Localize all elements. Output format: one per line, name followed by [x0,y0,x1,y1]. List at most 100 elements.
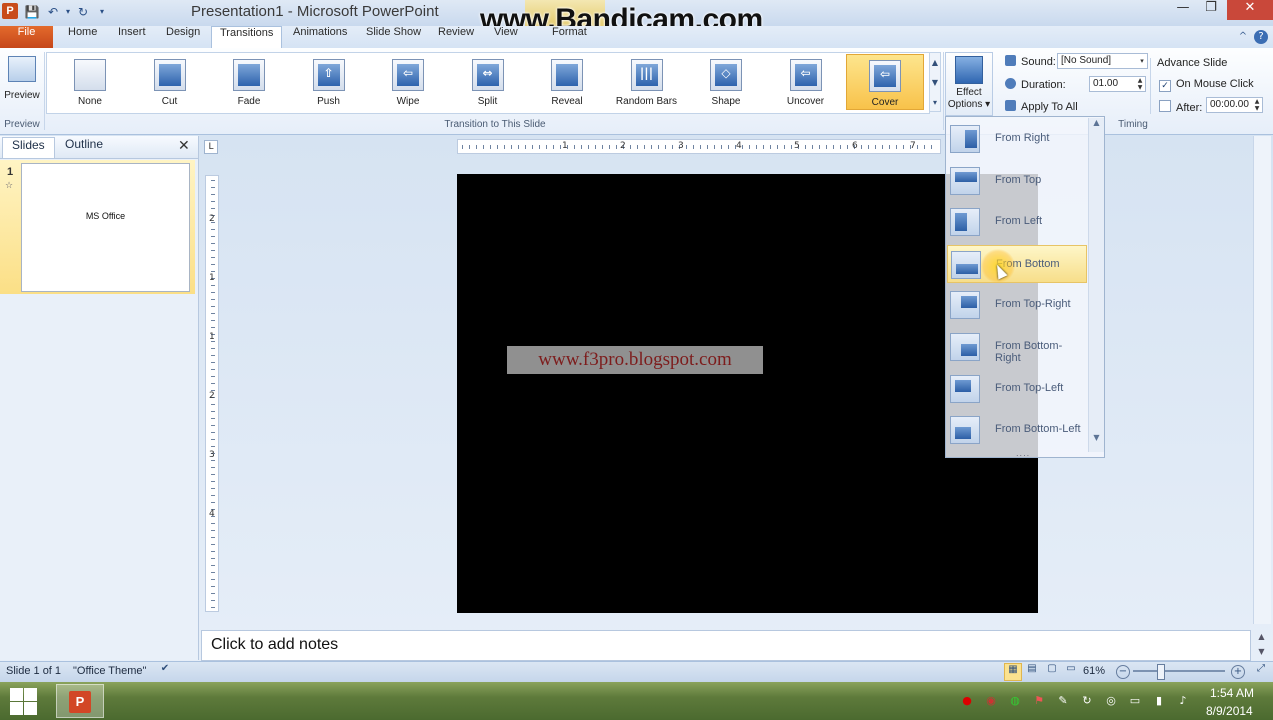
apply-to-all-button[interactable]: Apply To All [1005,100,1078,113]
zoom-in-icon[interactable]: + [1231,665,1245,679]
dropdown-scroll-up-icon[interactable]: ▲ [1089,118,1104,127]
gallery-more-icon[interactable]: ▾ [930,93,940,113]
vertical-scrollbar[interactable] [1253,136,1271,624]
effect-option-from-top-left[interactable]: From Top-Left [947,370,1087,408]
after-spinner[interactable]: 00:00.00 ▲ ▼ [1206,97,1263,113]
transition-cover[interactable]: ⇦ Cover [846,54,924,110]
undo-icon[interactable]: ↶ [45,4,61,20]
clock-date[interactable]: 8/9/2014 [1206,704,1253,718]
tab-slide-show[interactable]: Slide Show [358,26,429,48]
tool-icon[interactable]: ✎ [1055,694,1071,710]
zoom-out-icon[interactable]: − [1116,665,1130,679]
scroll-up-icon[interactable]: ▲ [1255,632,1268,641]
restore-button[interactable]: ❐ [1196,0,1226,20]
spell-check-icon[interactable]: ✔ [157,663,173,679]
theme-name[interactable]: "Office Theme" [73,665,146,677]
zoom-level[interactable]: 61% [1083,665,1105,677]
tab-transitions[interactable]: Transitions [211,26,283,50]
minimize-ribbon-icon[interactable]: ^ [1236,30,1250,44]
transition-star-icon[interactable]: ☆ [5,181,13,191]
transition-shape[interactable]: ◇ Shape [687,54,765,110]
taskbar-powerpoint[interactable]: P [56,684,104,718]
tab-home[interactable]: Home [60,26,105,48]
flag-icon[interactable]: ⚑ [1031,694,1047,710]
transition-random-bars[interactable]: ||| Random Bars [608,54,686,110]
scroll-down-icon[interactable]: ▼ [1255,647,1268,656]
help-icon[interactable]: ? [1254,30,1268,44]
transition-wipe[interactable]: ⇦ Wipe [369,54,447,110]
tab-design[interactable]: Design [158,26,208,48]
notes-pane[interactable] [201,630,1251,661]
zoom-slider-knob[interactable] [1157,664,1165,680]
tab-slides[interactable]: Slides [2,137,55,158]
battery-icon[interactable]: ▮ [1151,694,1167,710]
sound-dropdown[interactable]: [No Sound] ▾ [1057,53,1148,69]
slide-sorter-icon[interactable]: ▤ [1024,663,1040,679]
slide-thumbnail[interactable] [21,163,190,292]
zoom-slider[interactable] [1133,670,1225,672]
transition-none[interactable]: None [51,54,129,110]
security-icon[interactable]: ◎ [1103,694,1119,710]
dropdown-scrollbar[interactable]: ▲ ▼ [1088,118,1104,452]
effect-options-button[interactable]: Effect Options ▾ [945,52,993,116]
transition-uncover[interactable]: ⇦ Uncover [767,54,845,110]
clock-time[interactable]: 1:54 AM [1210,686,1254,700]
tab-selector-icon[interactable]: L [204,140,218,154]
on-mouse-click-checkbox[interactable]: ✓ [1159,80,1171,92]
ruler-tick [882,145,883,149]
volume-icon[interactable]: ♪ [1175,694,1191,710]
save-icon[interactable]: 💾 [24,4,40,20]
after-checkbox[interactable] [1159,100,1171,112]
close-button[interactable]: ✕ [1227,0,1273,20]
fit-slide-icon[interactable]: ⤢ [1253,663,1269,679]
tab-outline[interactable]: Outline [56,137,112,157]
on-mouse-click-row[interactable]: ✓ On Mouse Click [1159,78,1254,92]
transition-cut[interactable]: Cut [131,54,209,110]
resize-grip-icon[interactable]: .... [1016,449,1030,458]
redo-icon[interactable]: ↻ [75,4,91,20]
spinner-arrows-icon[interactable]: ▲ ▼ [1252,98,1262,112]
effect-option-from-bottom-left[interactable]: From Bottom-Left [947,411,1087,449]
effect-option-from-top-right[interactable]: From Top-Right [947,286,1087,324]
vertical-ruler[interactable]: 2 1 1 2 3 4 [205,175,219,612]
gallery-scroll-up-icon[interactable]: ▲ [930,53,940,73]
slide-show-icon[interactable]: ▭ [1063,663,1079,679]
record-icon[interactable]: ● [959,694,975,710]
tab-animations[interactable]: Animations [285,26,355,48]
effect-option-from-bottom[interactable]: From Bottom [947,244,1087,283]
gallery-scroll-down-icon[interactable]: ▼ [930,73,940,93]
tab-review[interactable]: Review [430,26,482,48]
customize-qat-icon[interactable]: ▾ [94,4,110,20]
horizontal-ruler[interactable]: 1 2 3 4 5 6 7 [457,139,941,154]
effect-option-from-left[interactable]: From Left [947,203,1087,241]
effect-option-from-top[interactable]: From Top [947,162,1087,200]
tab-format[interactable]: Format [544,26,595,48]
reading-view-icon[interactable]: ▢ [1044,663,1060,679]
transition-split[interactable]: ⇔ Split [449,54,527,110]
tab-insert[interactable]: Insert [110,26,154,48]
transition-push[interactable]: ⇧ Push [290,54,368,110]
network-globe-icon[interactable]: ◍ [1007,694,1023,710]
tab-file[interactable]: File [0,26,53,48]
sync-icon[interactable]: ↻ [1079,694,1095,710]
transition-fade[interactable]: Fade [210,54,288,110]
after-row[interactable]: After: [1159,100,1202,114]
normal-view-icon[interactable]: ▦ [1004,663,1022,681]
dropdown-scroll-down-icon[interactable]: ▼ [1089,433,1104,442]
spinner-arrows-icon[interactable]: ▲ ▼ [1135,77,1145,91]
chevron-down-icon[interactable]: ▾ [1137,54,1147,68]
minimize-button[interactable]: — [1168,0,1198,20]
tab-view[interactable]: View [486,26,526,48]
preview-button[interactable]: Preview [2,54,42,110]
gallery-scroll[interactable]: ▲ ▼ ▾ [929,52,941,112]
transition-reveal[interactable]: Reveal [528,54,606,110]
close-pane-icon[interactable]: ✕ [178,138,190,154]
display-icon[interactable]: ▭ [1127,694,1143,710]
bandicam-icon[interactable]: ◉ [983,694,999,710]
duration-spinner[interactable]: 01.00 ▲ ▼ [1089,76,1146,92]
effect-option-from-bottom-right[interactable]: From Bottom-Right [947,328,1087,366]
effect-option-from-right[interactable]: From Right [947,120,1087,158]
powerpoint-app-icon[interactable]: P [2,3,18,19]
start-button[interactable] [8,686,38,716]
undo-dropdown-icon[interactable]: ▾ [60,4,76,20]
